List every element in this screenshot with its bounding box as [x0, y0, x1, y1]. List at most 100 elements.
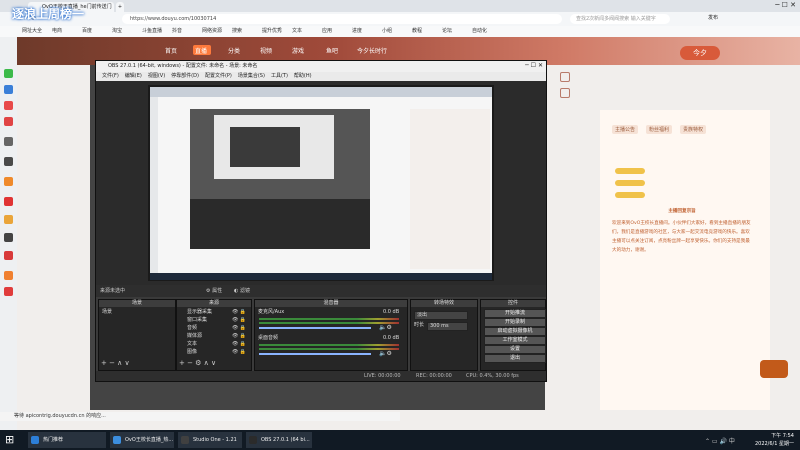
bookmark-item[interactable]: 网址大全	[22, 27, 42, 36]
window-controls[interactable]: ─ ☐ ✕	[775, 1, 796, 9]
search-field[interactable]: 查找2次新闻多阀阀搜索 输入关键字	[570, 14, 670, 24]
taskbar-item[interactable]: Studio One - 1.21	[178, 432, 242, 448]
start-recording-button[interactable]: 开始录制	[484, 318, 546, 327]
nav-item[interactable]: 直播	[195, 46, 207, 55]
bookmark-item[interactable]: 自动化	[472, 27, 487, 36]
obs-menu-item[interactable]: 编辑(E)	[125, 73, 142, 79]
obs-menu-item[interactable]: 工具(T)	[271, 73, 288, 79]
sidebar-app-icon[interactable]	[4, 251, 13, 260]
bookmark-item[interactable]: 文本	[292, 27, 302, 36]
sidebar-app-icon[interactable]	[4, 271, 13, 280]
clock[interactable]: 下午 7:54 2022/6/1 星期一	[755, 432, 794, 448]
windows-taskbar: ⊞ 热门推荐 OvO王校长直播_热... Studio One - 1.21 OBS …	[0, 430, 800, 450]
bookmark-item[interactable]: 百度	[82, 27, 92, 36]
source-item[interactable]: 图像	[187, 349, 197, 356]
source-item[interactable]: 媒体源	[187, 333, 202, 340]
source-item[interactable]: 窗口采集	[187, 317, 207, 324]
obs-window-controls[interactable]: ─ ☐ ✕	[525, 62, 543, 69]
sidebar-app-icon[interactable]	[4, 215, 13, 224]
properties-button[interactable]: ⚙ 属性	[206, 285, 222, 297]
bookmark-item[interactable]: 教程	[412, 27, 422, 36]
sidebar-app-icon[interactable]	[4, 117, 13, 126]
nav-item[interactable]: 视频	[260, 46, 272, 55]
taskbar-item[interactable]: 热门推荐	[28, 432, 106, 448]
visibility-lock-icon[interactable]: 👁 🔒	[232, 333, 246, 339]
visibility-lock-icon[interactable]: 👁 🔒	[232, 349, 246, 355]
source-item[interactable]: 文本	[187, 341, 197, 348]
taskbar-item[interactable]: OvO王校长直播_热...	[110, 432, 174, 448]
filters-button[interactable]: ◐ 滤镜	[234, 285, 250, 297]
studio-mode-button[interactable]: 工作室模式	[484, 336, 546, 345]
start-icon[interactable]: ⊞	[5, 433, 14, 446]
bookmark-item[interactable]: 网络资源	[202, 27, 222, 36]
obs-menu-item[interactable]: 停靠部件(D)	[171, 73, 199, 79]
scene-item[interactable]: 场景	[102, 309, 112, 316]
nav-item[interactable]: 分类	[228, 46, 240, 55]
bookmark-item[interactable]: 小组	[382, 27, 392, 36]
obs-menu-item[interactable]: 视图(V)	[148, 73, 165, 79]
bookmark-item[interactable]: 淘宝	[112, 27, 122, 36]
sidebar-app-icon[interactable]	[4, 177, 13, 186]
obs-menu-item[interactable]: 帮助(H)	[294, 73, 312, 79]
nav-item[interactable]: 游戏	[292, 46, 304, 55]
tab-fans[interactable]: 粉丝福利	[646, 125, 673, 134]
sidebar-app-icon[interactable]	[4, 137, 13, 146]
volume-slider[interactable]	[259, 327, 371, 329]
nav-item[interactable]: 鱼吧	[326, 46, 338, 55]
sidebar-app-icon[interactable]	[4, 157, 13, 166]
follow-icon[interactable]	[560, 72, 570, 82]
sidebar-app-icon[interactable]	[4, 85, 13, 94]
obs-menu-item[interactable]: 文件(F)	[102, 73, 119, 79]
exit-button[interactable]: 退出	[484, 354, 546, 363]
nav-item[interactable]: 首页	[165, 46, 177, 55]
transition-select[interactable]: 淡出	[414, 311, 468, 320]
visibility-lock-icon[interactable]: 👁 🔒	[232, 317, 246, 323]
speaker-icon[interactable]: 🔈⚙	[379, 350, 392, 357]
address-field[interactable]: https://www.douyu.com/10030714	[122, 14, 562, 24]
obs-preview[interactable]	[148, 85, 494, 281]
bookmark-item[interactable]: 斗鱼直播	[142, 27, 162, 36]
scene-add-remove-icon[interactable]: + − ∧ ∨	[101, 359, 130, 367]
bookmark-item[interactable]: 搜索	[232, 27, 242, 36]
bookmark-item[interactable]: 提升优秀	[262, 27, 282, 36]
sidebar-app-icon[interactable]	[4, 69, 13, 78]
nav-item[interactable]: 今夕长时行	[357, 46, 387, 55]
obs-menu-item[interactable]: 配置文件(P)	[205, 73, 232, 79]
visibility-lock-icon[interactable]: 👁 🔒	[232, 341, 246, 347]
visibility-lock-icon[interactable]: 👁 🔒	[232, 325, 246, 331]
volume-slider[interactable]	[259, 353, 371, 355]
virtual-camera-button[interactable]: 启动虚拟摄像机	[484, 327, 546, 336]
bookmark-item[interactable]: 进度	[352, 27, 362, 36]
tray-icons[interactable]: ⌃ ▭ 🔊 中	[705, 436, 735, 445]
tab-noble[interactable]: 贵族特权	[680, 125, 707, 134]
duration-input[interactable]: 300 ms	[427, 322, 468, 331]
sidebar-app-icon[interactable]	[4, 233, 13, 242]
scenes-dock: 场景 场景 + − ∧ ∨	[98, 299, 176, 371]
sidebar-app-icon[interactable]	[4, 197, 13, 206]
new-tab-button[interactable]: +	[116, 2, 124, 12]
promo-icon[interactable]	[760, 360, 788, 378]
tab-announce[interactable]: 主播公告	[612, 125, 639, 134]
obs-title-bar[interactable]: OBS 27.0.1 (64-bit, windows) - 配置文件: 未命名…	[96, 61, 546, 72]
visibility-lock-icon[interactable]: 👁 🔒	[232, 309, 246, 315]
follow-icons[interactable]	[560, 72, 590, 98]
start-streaming-button[interactable]: 开始推流	[484, 309, 546, 318]
bookmark-item[interactable]: 抖音	[172, 27, 182, 36]
share-icon[interactable]	[560, 88, 570, 98]
sidebar-app-icon[interactable]	[4, 101, 13, 110]
speaker-icon[interactable]: 🔈⚙	[379, 324, 392, 331]
taskbar-item[interactable]: OBS 27.0.1 (64 bi...	[246, 432, 312, 448]
source-item[interactable]: 显示器采集	[187, 309, 212, 316]
settings-button[interactable]: 设置	[484, 345, 546, 354]
bookmark-item[interactable]: 电商	[52, 27, 62, 36]
bookmark-item[interactable]: 应用	[322, 27, 332, 36]
obs-menu-item[interactable]: 场景集合(S)	[238, 73, 265, 79]
app-icon	[181, 436, 189, 444]
obs-window[interactable]: OBS 27.0.1 (64-bit, windows) - 配置文件: 未命名…	[95, 60, 547, 382]
event-badge[interactable]: 今夕	[680, 46, 720, 60]
sidebar-app-icon[interactable]	[4, 287, 13, 296]
source-item[interactable]: 音频	[187, 325, 197, 332]
user-label[interactable]: 发布	[708, 14, 718, 21]
source-add-remove-icon[interactable]: + − ⚙ ∧ ∨	[179, 359, 216, 367]
bookmark-item[interactable]: 论坛	[442, 27, 452, 36]
